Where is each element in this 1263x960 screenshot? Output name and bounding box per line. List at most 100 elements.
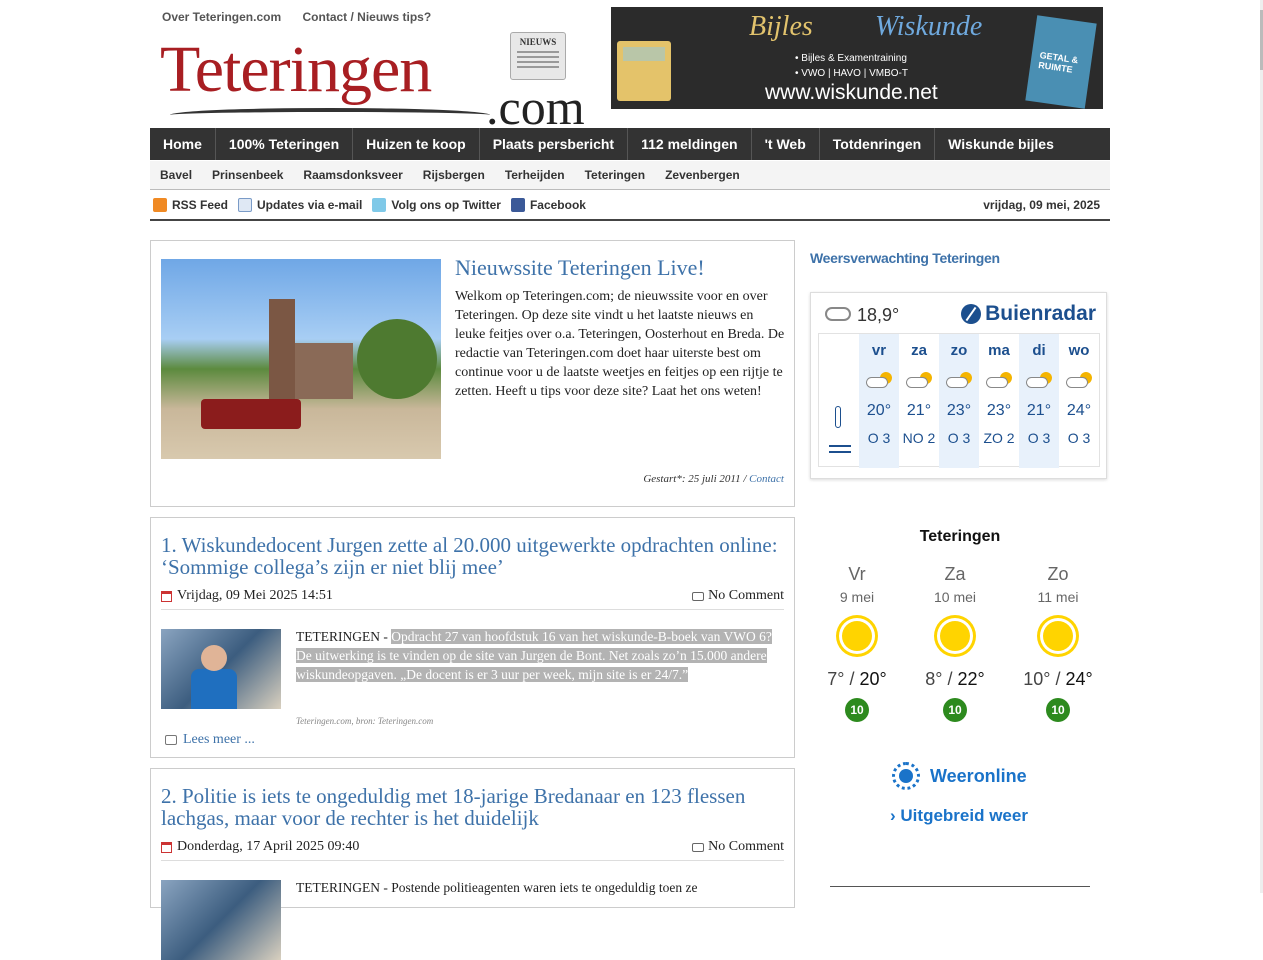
partly-cloudy-icon <box>946 372 972 390</box>
article-date-text: Vrijdag, 09 Mei 2025 14:51 <box>177 588 333 603</box>
current-temperature: 18,9° <box>857 305 900 325</box>
subnav-teteringen[interactable]: Teteringen <box>575 161 655 189</box>
article-excerpt: TETERINGEN - Opdracht 27 van hoofdstuk 1… <box>296 627 781 684</box>
article-date-text: Donderdag, 17 April 2025 09:40 <box>177 839 360 854</box>
uv-badge: 10 <box>845 698 869 722</box>
sub-nav: Bavel Prinsenbeek Raamsdonksveer Rijsber… <box>150 161 1110 190</box>
sidebar: Weersverwachting Teteringen 18,9° Buienr… <box>810 240 1110 887</box>
article-meta: Donderdag, 17 April 2025 09:40 No Commen… <box>161 837 784 861</box>
facebook-link[interactable]: Facebook <box>510 198 586 212</box>
current-date: vrijdag, 09 mei, 2025 <box>983 198 1100 212</box>
subnav-raamsdonksveer[interactable]: Raamsdonksveer <box>293 161 412 189</box>
partly-cloudy-icon <box>906 372 932 390</box>
news-badge-label: NIEUWS <box>519 37 557 47</box>
book-icon: GETAL & RUIMTE <box>1025 15 1097 109</box>
forecast-day-name: za <box>911 342 927 359</box>
weather-heading[interactable]: Weersverwachting Teteringen <box>810 250 1110 266</box>
mail-icon <box>238 198 253 212</box>
forecast-row-icons <box>819 334 859 468</box>
day-name: Za <box>944 564 966 584</box>
weeronline-icon <box>892 762 920 790</box>
forecast-temp: 23° <box>946 402 972 419</box>
nav-wiskunde-bijles[interactable]: Wiskunde bijles <box>935 128 1067 160</box>
calendar-icon <box>161 841 172 853</box>
day-temps: 8° / 22° <box>925 669 985 689</box>
calculator-icon <box>617 41 671 101</box>
article-lead: TETERINGEN - <box>296 629 388 644</box>
forecast-day-name: ma <box>988 342 1010 359</box>
extended-weather-link[interactable]: › Uitgebreid weer <box>890 806 1028 826</box>
site-logo[interactable]: Teteringen NIEUWS .com <box>160 30 600 135</box>
subnav-rijsbergen[interactable]: Rijsbergen <box>413 161 495 189</box>
banner-url: www.wiskunde.net <box>765 81 938 104</box>
comments-link[interactable]: No Comment <box>692 839 784 855</box>
logo-swoosh <box>170 108 490 122</box>
comment-icon <box>692 591 705 601</box>
day-temps: 10° / 24° <box>1023 669 1093 689</box>
wind-icon <box>829 445 851 453</box>
article-title[interactable]: 1. Wiskundedocent Jurgen zette al 20.000… <box>161 534 781 578</box>
partly-cloudy-icon <box>986 372 1012 390</box>
top-link-contact[interactable]: Contact / Nieuws tips? <box>303 10 432 24</box>
weeronline-day: Za 10 mei 8° / 22° 10 <box>910 564 1000 722</box>
email-updates-link[interactable]: Updates via e-mail <box>238 198 362 212</box>
weeronline-logo[interactable]: Weeronline <box>892 762 1027 790</box>
forecast-day: wo 24° O 3 <box>1059 334 1099 468</box>
article-title[interactable]: 2. Politie is iets te ongeduldig met 18-… <box>161 785 781 829</box>
chevron-right-icon: › <box>890 806 896 825</box>
newspaper-icon: NIEUWS <box>510 32 566 80</box>
subnav-bavel[interactable]: Bavel <box>150 161 202 189</box>
read-more-link[interactable]: Lees meer ... <box>165 732 255 748</box>
min-temp: 8° <box>925 669 943 689</box>
article-thumbnail[interactable] <box>161 880 281 960</box>
forecast-grid: vr 20° O 3 za 21° NO 2 zo 23° O 3 ma 23°… <box>818 333 1100 468</box>
facebook-label: Facebook <box>529 198 586 212</box>
nav-plaats-persbericht[interactable]: Plaats persbericht <box>480 128 629 160</box>
uv-badge: 10 <box>943 698 967 722</box>
banner-bullets: • Bijles & Examentraining • VWO | HAVO |… <box>795 51 908 81</box>
nav-100-teteringen[interactable]: 100% Teteringen <box>216 128 354 160</box>
nav-112-meldingen[interactable]: 112 meldingen <box>628 128 752 160</box>
max-temp: 20° <box>859 669 887 689</box>
forecast-day: ma 23° ZO 2 <box>979 334 1019 468</box>
top-link-about[interactable]: Over Teteringen.com <box>162 10 281 24</box>
nav-totdenringen[interactable]: Totdenringen <box>820 128 936 160</box>
subnav-terheijden[interactable]: Terheijden <box>495 161 575 189</box>
email-label: Updates via e-mail <box>257 198 363 212</box>
article-thumbnail[interactable] <box>161 629 281 709</box>
max-temp: 22° <box>957 669 985 689</box>
thermometer-icon <box>835 406 841 428</box>
teteringen-photo <box>161 259 441 459</box>
wiskunde-banner-ad[interactable]: Bijles Wiskunde • Bijles & Examentrainin… <box>611 7 1103 109</box>
forecast-temp: 20° <box>866 402 892 419</box>
weeronline-day: Zo 11 mei 10° / 24° 10 <box>1013 564 1103 722</box>
uv-badge: 10 <box>1046 698 1070 722</box>
subnav-zevenbergen[interactable]: Zevenbergen <box>655 161 750 189</box>
started-label: Gestart*: 25 juli 2011 / <box>643 473 747 485</box>
forecast-day-name: wo <box>1068 342 1090 359</box>
book-title: GETAL & RUIMTE <box>1037 50 1079 75</box>
facebook-icon <box>510 198 525 212</box>
welcome-title[interactable]: Nieuwssite Teteringen Live! <box>455 255 705 281</box>
banner-title-left: Bijles <box>749 11 813 42</box>
comments-link[interactable]: No Comment <box>692 588 784 604</box>
cloud-icon <box>825 307 851 321</box>
day-date: 10 mei <box>933 589 977 605</box>
forecast-day: di 21° O 3 <box>1019 334 1059 468</box>
forecast-wind: O 3 <box>947 430 971 446</box>
rss-icon <box>153 198 167 212</box>
weeronline-brand: Weeronline <box>930 765 1027 786</box>
forecast-wind: O 3 <box>867 430 891 446</box>
nav-t-web[interactable]: 't Web <box>752 128 820 160</box>
weeronline-days: Vr 9 mei 7° / 20° 10 Za 10 mei 8° / 22° … <box>810 564 1110 734</box>
contact-link[interactable]: Contact <box>749 473 784 485</box>
article-card: 2. Politie is iets te ongeduldig met 18-… <box>150 768 795 960</box>
subnav-prinsenbeek[interactable]: Prinsenbeek <box>202 161 293 189</box>
forecast-day-name: vr <box>871 342 887 359</box>
rss-feed-link[interactable]: RSS Feed <box>153 198 228 212</box>
nav-home[interactable]: Home <box>150 128 216 160</box>
buienradar-widget[interactable]: 18,9° Buienradar vr 20° O 3 za 21° NO 2 … <box>810 292 1107 479</box>
nav-huizen-te-koop[interactable]: Huizen te koop <box>353 128 480 160</box>
twitter-link[interactable]: Volg ons op Twitter <box>372 198 501 212</box>
day-name: Vr <box>848 564 866 584</box>
